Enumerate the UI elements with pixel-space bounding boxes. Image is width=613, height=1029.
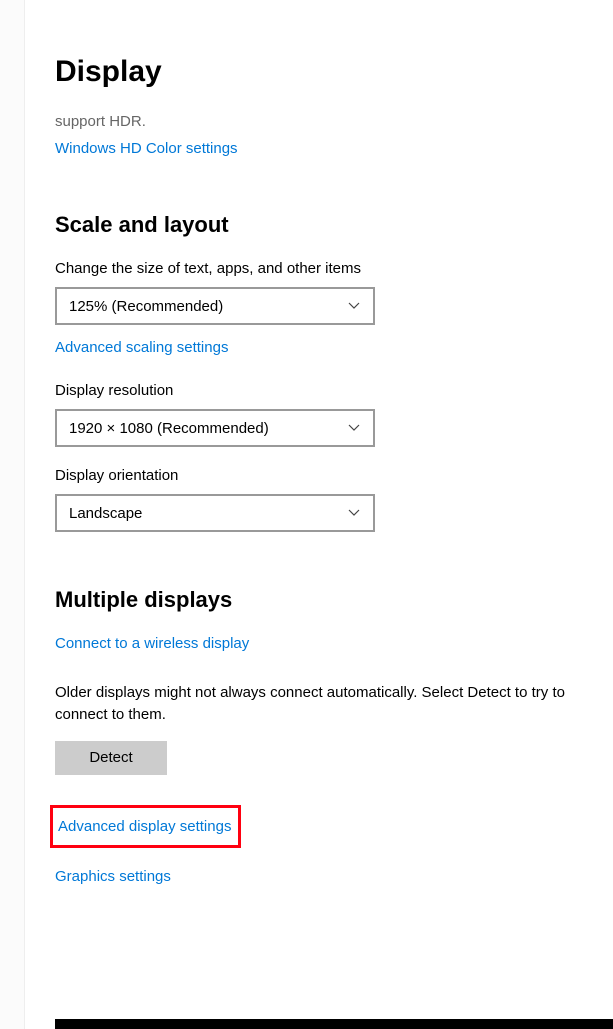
- graphics-settings-link[interactable]: Graphics settings: [55, 868, 171, 885]
- highlight-callout: Advanced display settings: [50, 805, 241, 848]
- scale-size-label: Change the size of text, apps, and other…: [55, 260, 613, 277]
- orientation-dropdown[interactable]: Landscape: [55, 494, 375, 532]
- resolution-dropdown[interactable]: 1920 × 1080 (Recommended): [55, 409, 375, 447]
- left-sidebar-edge: [0, 0, 25, 1029]
- hdr-support-text: support HDR.: [55, 113, 613, 130]
- multiple-displays-heading: Multiple displays: [55, 587, 613, 613]
- chevron-down-icon: [347, 506, 361, 520]
- advanced-scaling-link[interactable]: Advanced scaling settings: [55, 339, 228, 356]
- hd-color-settings-link[interactable]: Windows HD Color settings: [55, 140, 238, 157]
- display-settings-content: Display support HDR. Windows HD Color se…: [0, 0, 613, 885]
- resolution-label: Display resolution: [55, 382, 613, 399]
- scale-size-dropdown[interactable]: 125% (Recommended): [55, 287, 375, 325]
- chevron-down-icon: [347, 421, 361, 435]
- orientation-value: Landscape: [69, 505, 142, 522]
- detect-button[interactable]: Detect: [55, 741, 167, 775]
- taskbar-edge: [55, 1019, 613, 1029]
- chevron-down-icon: [347, 299, 361, 313]
- orientation-label: Display orientation: [55, 467, 613, 484]
- scale-layout-heading: Scale and layout: [55, 212, 613, 238]
- connect-wireless-link[interactable]: Connect to a wireless display: [55, 635, 249, 652]
- page-title: Display: [55, 55, 613, 89]
- older-displays-text: Older displays might not always connect …: [55, 682, 613, 726]
- scale-size-value: 125% (Recommended): [69, 298, 223, 315]
- resolution-value: 1920 × 1080 (Recommended): [69, 420, 269, 437]
- advanced-display-settings-link[interactable]: Advanced display settings: [58, 818, 231, 835]
